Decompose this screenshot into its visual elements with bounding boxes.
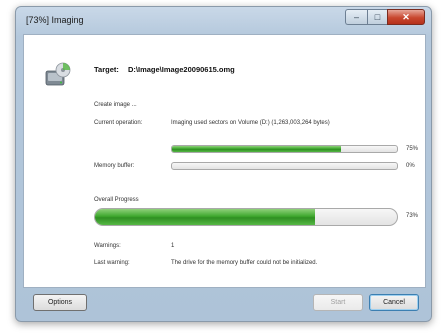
overall-progress-label: Overall Progress bbox=[94, 197, 139, 203]
target-path: D:\Image\Image20090615.omg bbox=[128, 65, 235, 74]
window-title: [73%] Imaging bbox=[26, 15, 84, 25]
close-icon: ✕ bbox=[402, 11, 410, 22]
memory-buffer-label: Memory buffer: bbox=[94, 163, 135, 169]
caption-buttons: – □ ✕ bbox=[345, 9, 425, 25]
cancel-button-label: Cancel bbox=[383, 299, 405, 306]
create-image-status: Create image ... bbox=[94, 102, 137, 108]
overall-progress-percent: 73% bbox=[406, 213, 419, 219]
memory-buffer-percent: 0% bbox=[406, 163, 415, 169]
warnings-count-label: Warnings: bbox=[94, 243, 121, 249]
maximize-button[interactable]: □ bbox=[367, 9, 387, 25]
overall-progress-fill bbox=[95, 209, 316, 225]
current-operation-label: Current operation: bbox=[94, 120, 143, 126]
start-button-label: Start bbox=[330, 299, 346, 306]
current-operation-value: Imaging used sectors on Volume (D:) (1,2… bbox=[171, 120, 330, 126]
minimize-icon: – bbox=[353, 12, 359, 22]
close-button[interactable]: ✕ bbox=[387, 9, 425, 25]
last-warning-label: Last warning: bbox=[94, 260, 130, 266]
cancel-button[interactable]: Cancel bbox=[369, 294, 419, 311]
current-operation-progress-fill bbox=[172, 146, 341, 152]
memory-buffer-progress-bar bbox=[171, 162, 398, 170]
options-button-label: Options bbox=[47, 299, 73, 306]
dialog-footer: Options Start Cancel bbox=[23, 288, 424, 318]
minimize-button[interactable]: – bbox=[345, 9, 367, 25]
imaging-window: [73%] Imaging – □ ✕ Target: D:\Image\Ima… bbox=[15, 6, 432, 322]
current-operation-percent: 75% bbox=[406, 146, 419, 152]
title-bar[interactable]: [73%] Imaging – □ ✕ bbox=[16, 7, 431, 33]
last-warning-message: The drive for the memory buffer could no… bbox=[171, 260, 318, 266]
maximize-icon: □ bbox=[374, 12, 381, 22]
target-label: Target: bbox=[94, 65, 119, 74]
current-operation-progress-bar bbox=[171, 145, 398, 153]
warnings-count-value: 1 bbox=[171, 243, 175, 249]
imaging-drive-icon bbox=[45, 62, 71, 86]
options-button[interactable]: Options bbox=[33, 294, 87, 311]
dialog-content: Target: D:\Image\Image20090615.omg Creat… bbox=[23, 34, 426, 288]
overall-progress-bar bbox=[94, 208, 398, 226]
start-button[interactable]: Start bbox=[313, 294, 363, 311]
